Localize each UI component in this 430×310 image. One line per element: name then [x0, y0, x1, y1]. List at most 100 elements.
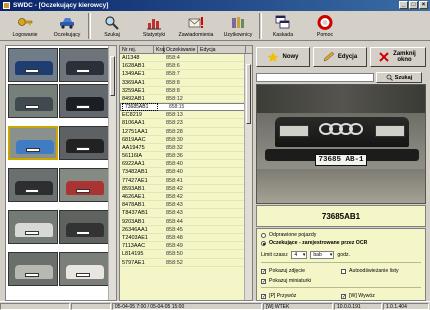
toolbar-statystyki-button[interactable]: Statystyki	[133, 11, 175, 40]
table-scrollbar[interactable]	[244, 54, 252, 300]
vehicle-thumbnail[interactable]	[59, 48, 109, 82]
table-row[interactable]: T8437AB1 858:43	[120, 209, 252, 218]
toolbar-oczekujacy-button[interactable]: Oczekujący	[46, 11, 88, 40]
search-input[interactable]	[256, 73, 374, 82]
column-header-plate[interactable]: Nr rej.	[120, 46, 154, 53]
table-row[interactable]: 8593AB1 858:42	[120, 185, 252, 193]
table-row[interactable]: 1628AB1 858:6	[120, 62, 252, 71]
cell-plate: 8106AA1	[122, 120, 145, 127]
table-row[interactable]: 3259AE1 858:8	[120, 87, 252, 95]
close-window-button[interactable]: ×	[419, 1, 428, 9]
toolbar-pomoc-button[interactable]: Pomoc	[304, 11, 346, 40]
toolbar-label: Oczekujący	[53, 32, 81, 38]
new-button[interactable]: Nowy	[256, 47, 310, 67]
checkbox[interactable]	[341, 268, 346, 274]
table-row[interactable]: 56116IA 858:36	[120, 152, 252, 161]
table-row[interactable]: 8106AA1 858:23	[120, 119, 252, 128]
table-row[interactable]: 8492AB1 858:12	[120, 95, 252, 104]
cell-waiting: 858:30	[166, 136, 183, 143]
auto-refresh-checkbox[interactable]: Autoodświeżanie listy	[341, 267, 421, 275]
minimize-button[interactable]: _	[399, 1, 408, 9]
table-row[interactable]: AI1348 858:4	[120, 54, 252, 63]
search-button[interactable]: Szukaj	[376, 72, 422, 83]
column-header-waiting[interactable]: Oczekiwanie	[164, 46, 198, 53]
search-icon	[386, 74, 393, 81]
radio-waiting-ocr[interactable]: Oczekujące - zarejestrowane przez OCR	[261, 239, 421, 247]
column-header-country[interactable]: Kraj	[154, 46, 165, 53]
table-row[interactable]: 73482AB1 858:40	[120, 168, 252, 177]
cell-plate: 5797AE1	[122, 259, 145, 266]
vehicle-thumbnail[interactable]	[59, 210, 109, 244]
limit-value-select[interactable]: 4	[291, 250, 308, 259]
table-row[interactable]: 6922AA1 858:40	[120, 160, 252, 169]
thumbnail-list[interactable]	[5, 45, 117, 301]
close-button[interactable]: Zamknij okno	[370, 47, 426, 67]
toolbar-uzytkownicy-button[interactable]: Uzytkownicy	[217, 11, 259, 40]
cell-waiting: 858:42	[166, 194, 183, 200]
table-row[interactable]: L814195 858:50	[120, 250, 252, 259]
vehicle-thumbnail[interactable]	[8, 210, 58, 244]
table-row[interactable]: AA19475 858:32	[120, 144, 252, 153]
vehicle-thumbnail[interactable]	[8, 84, 58, 118]
table-row[interactable]: 3369AA1 858:8	[120, 79, 252, 87]
cell-edit	[198, 185, 246, 192]
show-thumbnails-checkbox[interactable]: ✓ Pokazuj miniaturki	[261, 277, 341, 285]
table-row[interactable]: 1349AE1 858:7	[120, 70, 252, 79]
checkbox[interactable]: ✓	[261, 268, 266, 274]
vehicle-thumbnail[interactable]	[59, 252, 109, 286]
table-row[interactable]: 4626AE1 858:42	[120, 193, 252, 202]
status-code: 10.0.0.191	[334, 303, 382, 310]
table-row[interactable]: 77427AE1 858:41	[120, 177, 252, 185]
cell-country	[154, 201, 164, 208]
cell-country	[154, 128, 164, 135]
vehicle-thumbnail[interactable]	[59, 126, 109, 160]
checkbox[interactable]: ✓	[341, 293, 346, 299]
cell-country	[154, 234, 164, 241]
table-row[interactable]: T2403AE1 858:48	[120, 234, 252, 243]
table-row[interactable]: 8478AB1 858:43	[120, 201, 252, 210]
table-row[interactable]: 5797AE1 858:52	[120, 259, 252, 267]
table-row[interactable]: 12751AA1 858:28	[120, 128, 252, 136]
maximize-button[interactable]: □	[409, 1, 418, 9]
vehicle-thumbnail[interactable]	[8, 168, 58, 202]
toolbar-szukaj-button[interactable]: Szukaj	[91, 11, 133, 40]
cell-waiting: 858:12	[166, 95, 183, 102]
edit-button[interactable]: Edycja	[313, 47, 367, 67]
table-row[interactable]: 6819AAC 858:30	[120, 136, 252, 144]
radio-button[interactable]	[261, 240, 266, 246]
cell-plate: 4626AE1	[122, 194, 145, 200]
table-row[interactable]: 26346AA1 858:45	[120, 226, 252, 234]
table-row[interactable]: 9203AB1 858:44	[120, 218, 252, 226]
vehicle-thumbnail[interactable]	[8, 48, 58, 82]
table-row[interactable]: 7113AAC 858:49	[120, 242, 252, 251]
limit-unit-select[interactable]: bab	[310, 250, 335, 259]
cell-edit	[198, 177, 246, 184]
toolbar-zawiadomienia-button[interactable]: Zawiadomienia	[175, 11, 217, 40]
chart-icon	[146, 15, 162, 30]
cell-edit	[198, 62, 246, 69]
table-row[interactable]: 73685AB1 858:15	[120, 103, 252, 112]
toolbar-logowanie-button[interactable]: Logowanie	[4, 11, 46, 40]
radio-button[interactable]	[261, 232, 266, 238]
toolbar-kaskada-button[interactable]: Kaskada	[262, 11, 304, 40]
export-checkbox[interactable]: ✓ [W] Wywóz	[341, 292, 421, 300]
cell-waiting: 858:43	[166, 202, 183, 209]
vehicle-table: Nr rej. Kraj Oczekiwanie Edycja AI1348 85…	[119, 45, 253, 301]
column-header-edit[interactable]: Edycja	[198, 46, 246, 53]
import-checkbox[interactable]: ✓ [P] Przywóz	[261, 292, 341, 300]
vehicle-thumbnail[interactable]	[59, 168, 109, 202]
show-thumbnails-label: Pokazuj miniaturki	[269, 278, 312, 284]
vehicle-thumbnail[interactable]	[8, 252, 58, 286]
checkbox[interactable]: ✓	[261, 293, 266, 299]
export-label: [W] Wywóz	[349, 293, 375, 299]
vehicle-thumbnail-selected[interactable]	[8, 126, 58, 160]
cell-edit	[198, 209, 246, 216]
thumbnail-scrollbar[interactable]	[108, 46, 116, 300]
cell-edit	[198, 54, 246, 61]
show-photo-checkbox[interactable]: ✓ Pokazuj zdjęcie	[261, 267, 341, 275]
table-row[interactable]: EC8219 858:13	[120, 111, 252, 120]
checkbox[interactable]: ✓	[261, 278, 266, 284]
radio-processed[interactable]: Odprawione pojazdy	[261, 231, 421, 239]
vehicle-thumbnail[interactable]	[59, 84, 109, 118]
close-button-label: Zamknij okno	[393, 51, 416, 63]
